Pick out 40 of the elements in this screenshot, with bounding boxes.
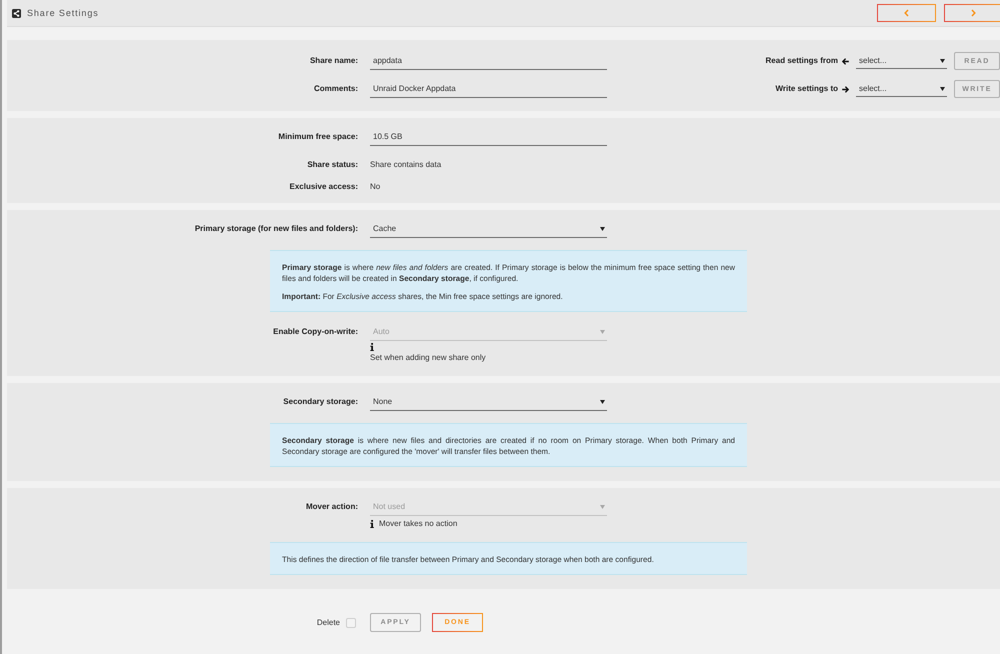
field-label: Read settings from <box>764 55 838 67</box>
next-button[interactable] <box>944 4 1000 22</box>
field-value: No <box>370 181 382 193</box>
previous-button[interactable] <box>877 4 936 22</box>
info-icon <box>370 520 374 528</box>
field-label: Share status: <box>306 159 358 171</box>
caret-icon <box>600 227 605 231</box>
caret-icon <box>940 58 945 62</box>
text-field[interactable]: 10.5 GB <box>370 129 607 146</box>
dropdown[interactable]: None <box>370 394 607 411</box>
caret-icon <box>600 505 605 509</box>
delete-label: Delete <box>316 618 340 627</box>
checkbox[interactable] <box>346 618 356 628</box>
hint-text: Mover takes no action <box>379 518 458 530</box>
dropdown[interactable]: select... <box>856 81 947 97</box>
share-icon <box>12 8 21 18</box>
caret-icon <box>600 400 605 404</box>
caret-icon <box>940 86 945 90</box>
arrow-left-icon <box>842 58 849 64</box>
field-label: Mover action: <box>304 501 358 513</box>
hint-text: Set when adding new share only <box>370 352 486 364</box>
caret-icon <box>600 330 605 334</box>
field-label: Primary storage (for new files and folders): <box>194 223 358 235</box>
field-label: Write settings to <box>774 83 838 95</box>
arrow-right-icon <box>842 86 849 92</box>
text-field[interactable]: Unraid Docker Appdata <box>370 81 607 98</box>
page-title: Share Settings <box>27 8 99 18</box>
field-label: Minimum free space: <box>277 131 358 143</box>
field-label: Exclusive access: <box>288 181 358 193</box>
field-value: Share contains data <box>370 159 442 171</box>
info-icon <box>370 343 374 351</box>
field-label: Comments: <box>312 83 358 95</box>
field-label: Enable Copy-on-write: <box>272 326 358 338</box>
chevron-left-icon <box>904 9 909 17</box>
text-field[interactable]: appdata <box>370 53 607 70</box>
field-label: Share name: <box>308 55 358 67</box>
field-label: Secondary storage: <box>282 396 358 408</box>
chevron-right-icon <box>971 9 976 17</box>
dropdown[interactable]: Cache <box>370 221 607 238</box>
dropdown[interactable]: select... <box>856 53 947 69</box>
